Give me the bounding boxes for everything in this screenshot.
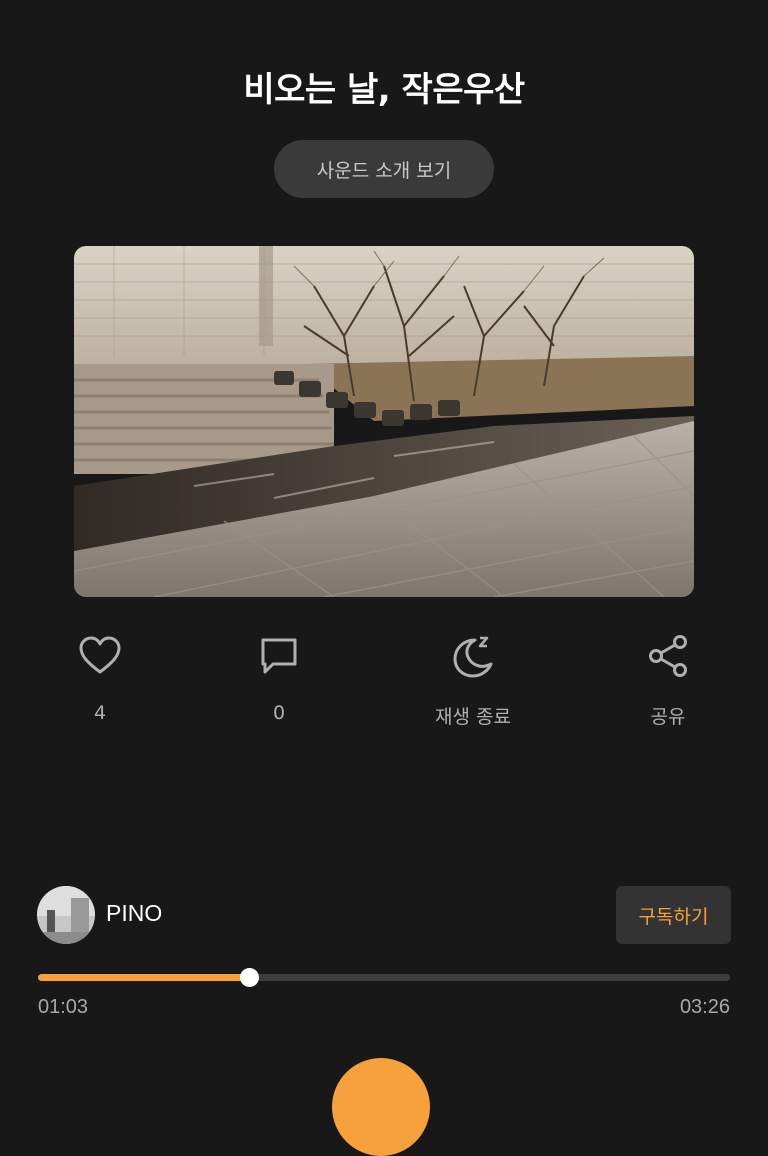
comment-count: 0 [272, 702, 286, 724]
heart-icon [79, 636, 121, 674]
like-button[interactable]: 4 [30, 632, 170, 724]
share-button[interactable]: 공유 [598, 632, 738, 729]
current-time: 01:03 [38, 996, 89, 1018]
comment-icon [261, 638, 297, 674]
share-label: 공유 [650, 706, 686, 728]
action-bar: 4 0 재생 종료 공유 [0, 632, 768, 742]
artist-name[interactable]: PINO [106, 900, 162, 927]
total-time: 03:26 [679, 996, 730, 1018]
cover-image [74, 246, 694, 597]
play-button[interactable] [332, 1058, 430, 1156]
share-icon [649, 635, 687, 677]
like-count: 4 [93, 702, 107, 724]
progress-thumb[interactable] [240, 968, 260, 987]
avatar[interactable] [37, 886, 95, 944]
subscribe-button[interactable]: 구독하기 [616, 886, 731, 944]
progress-fill [38, 974, 250, 981]
progress-bar[interactable] [38, 968, 730, 987]
moon-sleep-icon [453, 636, 493, 678]
track-title: 비오는 날, 작은우산 [243, 70, 525, 110]
sound-intro-button[interactable]: 사운드 소개 보기 [274, 140, 494, 198]
sleep-timer-label: 재생 종료 [435, 706, 511, 728]
sleep-timer-button[interactable]: 재생 종료 [403, 632, 543, 729]
comment-button[interactable]: 0 [209, 632, 349, 724]
